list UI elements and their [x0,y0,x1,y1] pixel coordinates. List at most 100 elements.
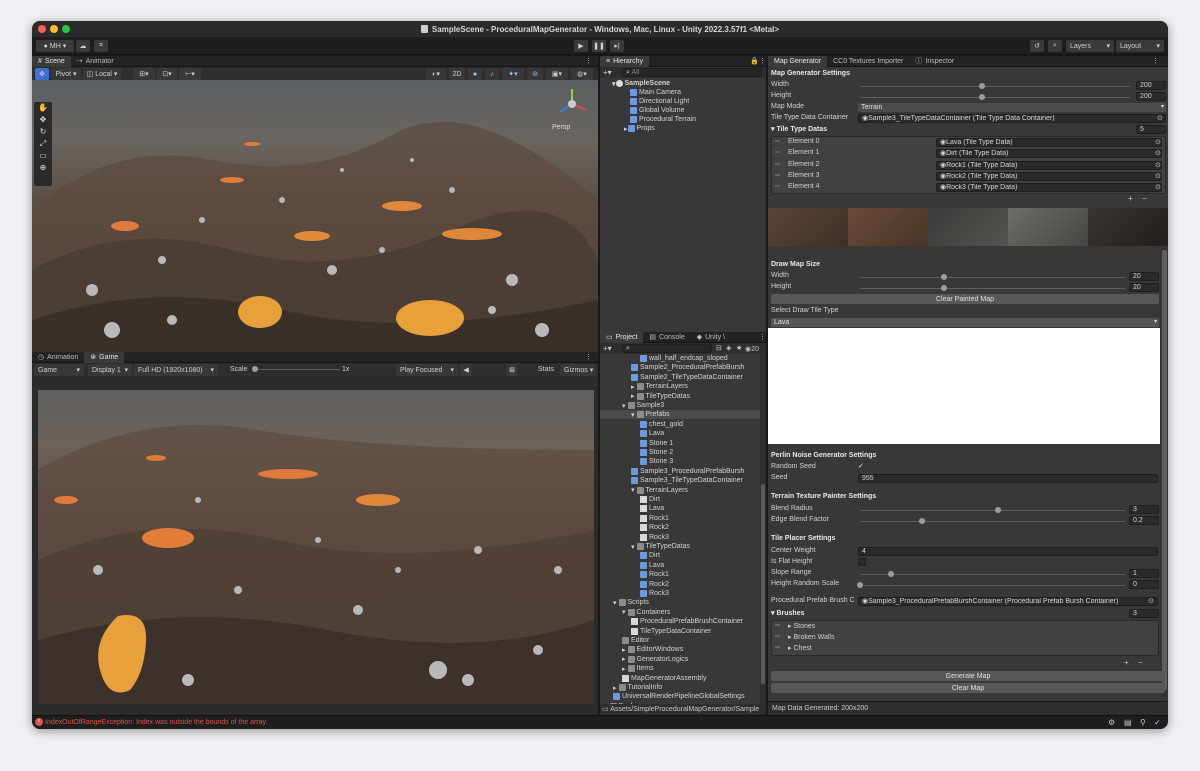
drag-handle-icon[interactable]: ═ [775,161,780,168]
tab-unity-more[interactable]: ◆ Unity \ [691,332,731,343]
project-item[interactable]: ▸ Items [622,664,654,673]
tab-game[interactable]: ⊛ Game [84,351,125,363]
hierarchy-item-props[interactable]: ▸ Props [624,124,655,133]
project-item[interactable]: Sample2_TileTypeDataContainer [631,373,743,382]
draw-height-slider[interactable] [860,288,1125,289]
draw-width-knob[interactable] [941,274,947,280]
drag-handle-icon[interactable]: ═ [775,183,780,190]
flat-height-checkbox[interactable] [858,558,866,566]
project-item[interactable]: Sample3_TileTypeDataContainer [631,476,743,485]
expand-arrow-icon[interactable]: ▸ [622,655,626,663]
slope-range-knob[interactable] [888,571,894,577]
edge-blend-knob[interactable] [919,518,925,524]
gizmos-scene-button[interactable]: ◍▾ [571,68,593,80]
scale-tool-icon[interactable]: ⤢ [34,138,52,150]
blend-radius-knob[interactable] [995,507,1001,513]
object-picker-icon[interactable]: ⊙ [1155,149,1161,157]
draw-height-knob[interactable] [941,285,947,291]
more-options-icon[interactable]: ⋮ [759,57,766,65]
object-picker-icon[interactable]: ⊙ [1157,114,1163,122]
tool-handle-button[interactable]: ✥ [35,68,49,80]
project-item[interactable]: chest_gold [640,420,683,429]
scene-viewport[interactable]: ✋ ✥ ↻ ⤢ ▭ ⊕ Persp [32,80,598,352]
drag-handle-icon[interactable]: ═ [775,622,780,629]
collab-button[interactable]: ⌗ [94,40,108,52]
snap-increment-button[interactable]: ⊡▾ [157,68,177,80]
clear-painted-map-button[interactable]: Clear Painted Map [771,294,1159,304]
select-draw-dropdown[interactable]: Lava ▾ [771,318,1159,327]
drag-handle-icon[interactable]: ═ [775,633,780,640]
height-random-slider[interactable] [860,585,1125,586]
project-item[interactable]: Rock2 [640,523,669,532]
project-item[interactable]: ▾ Scripts [613,598,649,607]
slope-range-slider[interactable] [860,574,1125,575]
expand-arrow-icon[interactable]: ▾ [622,402,626,410]
layout-dropdown[interactable]: Layout ▾ [1116,40,1164,52]
generate-map-button[interactable]: Generate Map [771,671,1165,681]
blend-radius-field[interactable]: 3 [1129,505,1159,514]
list-add-icon[interactable]: + [1128,194,1133,203]
project-item[interactable]: UniversalRenderPipelineGlobalSettings [613,692,745,701]
cloud-button[interactable]: ☁ [76,40,90,52]
project-item[interactable]: MapGeneratorAssembly [622,674,706,683]
project-item[interactable]: wall_half_endcap_sloped [640,354,728,363]
project-item[interactable]: Dirt [640,551,660,560]
inspector-scrollbar[interactable] [1161,246,1168,698]
drag-handle-icon[interactable]: ═ [775,149,780,156]
project-scrollbar[interactable] [760,354,766,704]
project-item[interactable]: Rock2 [640,580,669,589]
brush-item[interactable]: ▸ Stones [788,622,815,630]
project-scrollbar-thumb[interactable] [761,484,765,684]
rotate-tool-icon[interactable]: ↻ [34,126,52,138]
project-item[interactable]: ▸ TileTypeDatas [631,392,690,401]
filter-icon[interactable]: ⊟ [716,344,722,352]
mute-audio-button[interactable]: ◀ [460,364,472,376]
random-seed-checkbox[interactable]: ✓ [858,462,866,470]
project-item[interactable]: Rock3 [640,533,669,542]
brush-container-field[interactable]: ◉Sample3_ProceduralPrefabBurshContainer … [858,597,1158,606]
height-slider[interactable] [860,97,1130,98]
scene-root[interactable]: ▾ SampleScene [612,79,670,88]
object-picker-icon[interactable]: ⊙ [1155,161,1161,169]
height-random-knob[interactable] [857,582,863,588]
ruler-button[interactable]: ⊢▾ [179,68,201,80]
edge-blend-slider[interactable] [860,521,1125,522]
center-weight-field[interactable]: 4 [858,547,1158,556]
tab-cc0-importer[interactable]: CC0 Textures Importer [827,56,909,67]
minimize-window-button[interactable] [50,25,58,33]
draw-mode-button[interactable]: ◐▾ [426,68,446,80]
edge-blend-field[interactable]: 0.2 [1129,516,1159,525]
project-item[interactable]: Rock1 [640,570,669,579]
seed-field[interactable]: 955 [858,474,1158,483]
persp-label[interactable]: Persp [552,124,570,131]
project-item[interactable]: Editor [622,636,649,645]
element-field[interactable]: ◉Lava (Tile Type Data) [936,138,1162,147]
more-options-icon[interactable]: ⋮ [585,353,592,361]
width-field[interactable]: 200 [1136,81,1166,90]
rect-tool-icon[interactable]: ▭ [34,150,52,162]
play-button[interactable]: ▶ [574,40,588,52]
project-item[interactable]: ▸ EditorWindows [622,645,683,654]
project-item[interactable]: Rock3 [640,589,669,598]
project-item[interactable]: ▾ Containers [622,608,670,617]
brushes-foldout[interactable]: ▾ Brushes [771,609,804,617]
element-field[interactable]: ◉Dirt (Tile Type Data) [936,149,1162,159]
scale-slider[interactable] [254,369,340,370]
element-field[interactable]: ◉Rock3 (Tile Type Data) [936,183,1162,193]
height-slider-knob[interactable] [979,94,985,100]
element-field[interactable]: ◉Rock2 (Tile Type Data) [936,171,1162,181]
project-item[interactable]: Lava [640,561,664,570]
debug-mode-icon[interactable]: ⚲ [1140,718,1146,727]
hand-tool-icon[interactable]: ✋ [34,102,52,114]
drag-handle-icon[interactable]: ═ [775,644,780,651]
project-item[interactable]: Stone 3 [640,457,673,466]
expand-arrow-icon[interactable]: ▾ [622,608,626,616]
object-picker-icon[interactable]: ⊙ [1148,597,1154,605]
game-mode-dropdown[interactable]: Game ▾ [34,364,84,376]
scale-slider-knob[interactable] [252,366,258,372]
element-field[interactable]: ◉Rock1 (Tile Type Data) [936,160,1162,170]
project-item[interactable]: TileTypeDataContainer [631,627,711,636]
object-picker-icon[interactable]: ⊙ [1155,172,1161,180]
tile-container-field[interactable]: ◉Sample3_TileTypeDataContainer (Tile Typ… [858,114,1166,123]
width-slider-knob[interactable] [979,83,985,89]
